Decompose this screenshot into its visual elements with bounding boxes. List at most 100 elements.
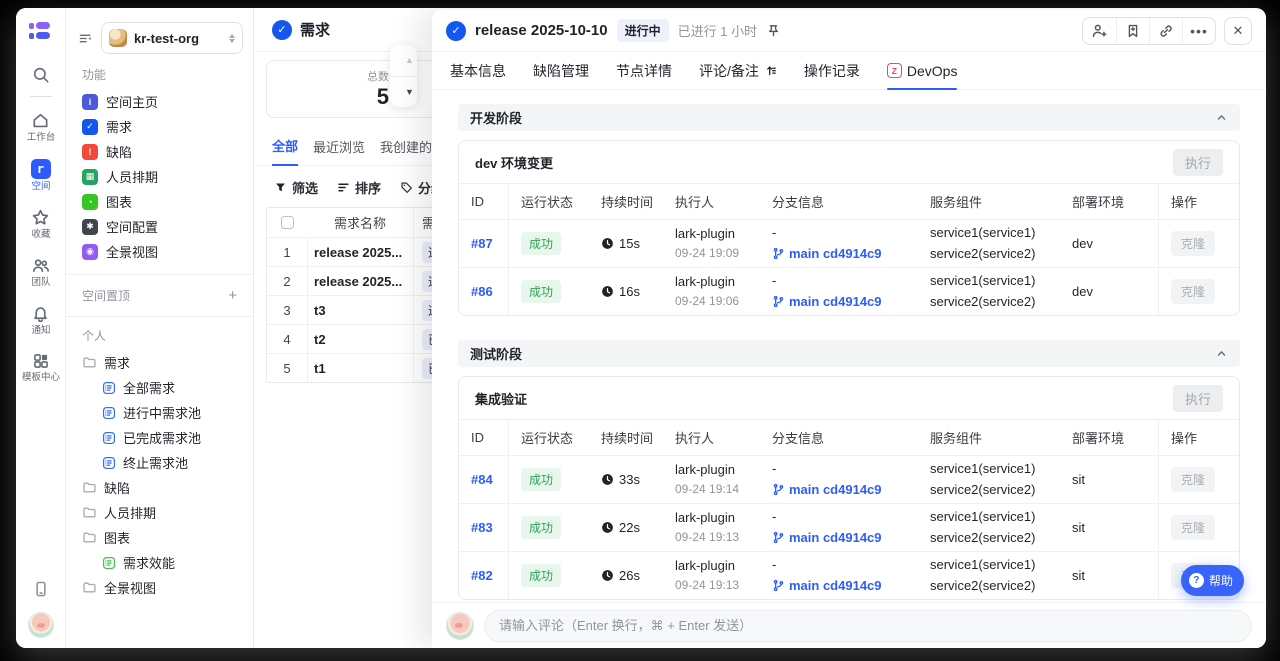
copy-link-icon[interactable] — [1149, 18, 1182, 44]
sidebar-item-缺陷[interactable]: !缺陷 — [66, 139, 253, 164]
pipeline-run-row[interactable]: #87成功15slark-plugin09-24 19:09-main cd49… — [459, 219, 1239, 267]
tree-item-label: 需求效能 — [123, 553, 175, 572]
run-button[interactable]: 执行 — [1173, 149, 1223, 176]
col-header: 服务组件 — [918, 192, 1060, 211]
tab-基本信息[interactable]: 基本信息 — [450, 52, 506, 89]
select-all-checkbox[interactable] — [281, 216, 294, 229]
comment-input[interactable] — [484, 610, 1252, 642]
rail-item-team[interactable]: 团队 — [21, 256, 61, 288]
bookmark-add-icon[interactable] — [1116, 18, 1149, 44]
services-cell: service1(service1)service2(service2) — [918, 555, 1060, 595]
sidebar-item-label: 缺陷 — [106, 142, 132, 161]
run-button[interactable]: 执行 — [1173, 385, 1223, 412]
tab-DevOps[interactable]: ZDevOps — [887, 52, 958, 89]
question-icon: ? — [1189, 573, 1204, 588]
executor-cell: lark-plugin09-24 19:14 — [663, 460, 760, 499]
tree-item-label: 终止需求池 — [123, 453, 188, 472]
collapse-sidebar-icon[interactable] — [78, 31, 93, 46]
module-icon: ◔ — [82, 194, 98, 210]
rail-item-templates[interactable]: 模板中心 — [21, 352, 61, 383]
tab-缺陷管理[interactable]: 缺陷管理 — [533, 52, 589, 89]
tree-item-需求效能[interactable]: 需求效能 — [66, 550, 253, 575]
tab-我创建的[interactable]: 我创建的 — [380, 137, 432, 165]
stepper-down-icon[interactable]: ▼ — [390, 76, 417, 108]
sidebar-item-图表[interactable]: ◔图表 — [66, 189, 253, 214]
tree-item-终止需求池[interactable]: 终止需求池 — [66, 450, 253, 475]
tree-item-已完成需求池[interactable]: 已完成需求池 — [66, 425, 253, 450]
org-selector[interactable]: kr-test-org — [101, 22, 243, 54]
clock-icon — [601, 521, 614, 534]
sort-button[interactable]: 排序 — [337, 178, 381, 197]
branch-placeholder: - — [772, 223, 918, 243]
branch-link[interactable]: main cd4914c9 — [772, 576, 918, 596]
app-logo-icon[interactable] — [29, 22, 53, 42]
run-status-cell: 成功 — [509, 516, 589, 539]
service-item: service2(service2) — [930, 292, 1060, 312]
action-cell: 克隆 — [1158, 220, 1229, 267]
tree-item-图表[interactable]: 图表 — [66, 525, 253, 550]
tab-操作记录[interactable]: 操作记录 — [804, 52, 860, 89]
note-icon — [764, 64, 777, 77]
add-member-icon[interactable] — [1083, 18, 1116, 44]
clone-button[interactable]: 克隆 — [1171, 231, 1215, 256]
branch-link[interactable]: main cd4914c9 — [772, 528, 918, 548]
env-cell: dev — [1060, 236, 1158, 251]
col-header: 执行人 — [663, 192, 760, 211]
run-id-link[interactable]: #86 — [471, 284, 493, 299]
tab-最近浏览[interactable]: 最近浏览 — [313, 137, 365, 165]
sidebar-item-人员排期[interactable]: ▦人员排期 — [66, 164, 253, 189]
sidebar-item-需求[interactable]: ✓需求 — [66, 114, 253, 139]
run-id-link[interactable]: #82 — [471, 568, 493, 583]
row-number: 2 — [267, 274, 307, 289]
rail-item-workbench[interactable]: 工作台 — [21, 111, 61, 143]
duration-cell: 15s — [589, 236, 663, 251]
rail-item-notifications[interactable]: 通知 — [21, 304, 61, 336]
sidebar-item-空间主页[interactable]: i空间主页 — [66, 89, 253, 114]
rail-item-favorites[interactable]: 收藏 — [21, 208, 61, 240]
tree-item-全景视图[interactable]: 全景视图 — [66, 575, 253, 600]
close-button[interactable]: ✕ — [1224, 17, 1252, 45]
add-pin-button[interactable]: + — [228, 288, 237, 303]
tab-评论/备注[interactable]: 评论/备注 — [699, 52, 777, 89]
tree-item-缺陷[interactable]: 缺陷 — [66, 475, 253, 500]
sidebar-item-全景视图[interactable]: ◉全景视图 — [66, 239, 253, 264]
tree-item-进行中需求池[interactable]: 进行中需求池 — [66, 400, 253, 425]
user-avatar[interactable] — [28, 612, 54, 638]
filter-button[interactable]: 筛选 — [274, 178, 318, 197]
stage-header-测试阶段[interactable]: 测试阶段 — [458, 340, 1240, 367]
sidebar-item-空间配置[interactable]: ✱空间配置 — [66, 214, 253, 239]
tree-item-需求[interactable]: 需求 — [66, 350, 253, 375]
pipeline-run-row[interactable]: #86成功16slark-plugin09-24 19:06-main cd49… — [459, 267, 1239, 315]
chevron-up-icon[interactable] — [1215, 347, 1228, 360]
run-id-link[interactable]: #84 — [471, 472, 493, 487]
run-id-link[interactable]: #83 — [471, 520, 493, 535]
pipeline-run-row[interactable]: #82成功26slark-plugin09-24 19:13-main cd49… — [459, 551, 1239, 599]
mobile-app-icon[interactable] — [32, 580, 50, 598]
tree-item-人员排期[interactable]: 人员排期 — [66, 500, 253, 525]
stepper-up-icon[interactable]: ▲ — [390, 45, 417, 76]
col-header: 持续时间 — [589, 428, 663, 447]
section-label-personal: 个人 — [82, 327, 237, 344]
chevron-up-icon[interactable] — [1215, 111, 1228, 124]
search-icon[interactable] — [32, 66, 50, 84]
tree-item-全部需求[interactable]: 全部需求 — [66, 375, 253, 400]
tree-item-label: 图表 — [104, 528, 130, 547]
pipeline-run-row[interactable]: #84成功33slark-plugin09-24 19:14-main cd49… — [459, 455, 1239, 503]
run-status-cell: 成功 — [509, 564, 589, 587]
tab-节点详情[interactable]: 节点详情 — [616, 52, 672, 89]
rail-item-space[interactable]: r空间 — [21, 159, 61, 192]
tab-全部[interactable]: 全部 — [272, 136, 298, 166]
clone-button[interactable]: 克隆 — [1171, 515, 1215, 540]
clone-button[interactable]: 克隆 — [1171, 467, 1215, 492]
branch-link[interactable]: main cd4914c9 — [772, 480, 918, 500]
more-icon[interactable]: ••• — [1182, 18, 1215, 44]
help-button[interactable]: ? 帮助 — [1181, 565, 1244, 596]
branch-link[interactable]: main cd4914c9 — [772, 292, 918, 312]
pipeline-run-row[interactable]: #83成功22slark-plugin09-24 19:13-main cd49… — [459, 503, 1239, 551]
pin-icon[interactable] — [766, 23, 781, 38]
clone-button[interactable]: 克隆 — [1171, 279, 1215, 304]
select-all-cell — [267, 216, 307, 229]
stage-header-开发阶段[interactable]: 开发阶段 — [458, 104, 1240, 131]
run-id-link[interactable]: #87 — [471, 236, 493, 251]
branch-link[interactable]: main cd4914c9 — [772, 244, 918, 264]
